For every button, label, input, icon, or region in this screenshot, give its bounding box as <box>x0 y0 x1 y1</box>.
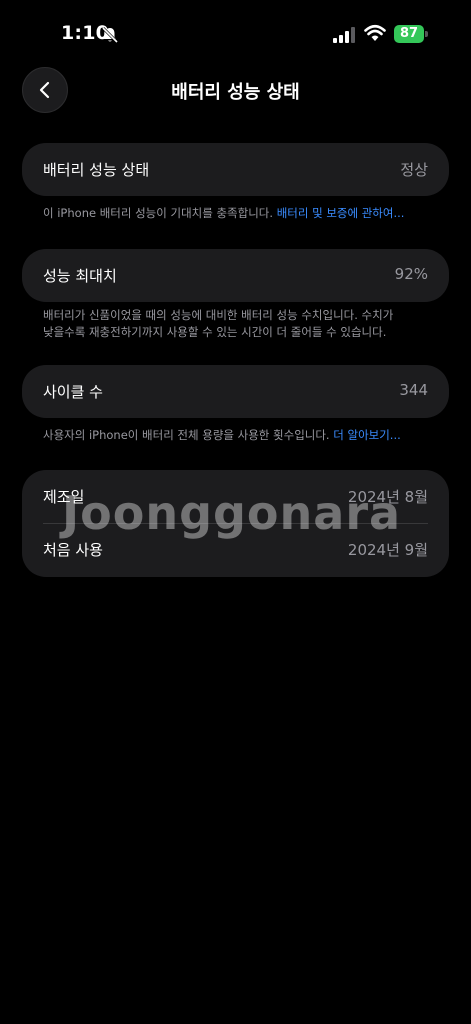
first-use-date-value: 2024년 9월 <box>347 541 428 559</box>
cycle-count-value: 344 <box>399 381 428 399</box>
first-use-date-row: 처음 사용 2024년 9월 <box>22 523 449 576</box>
max-capacity-row: 성능 최대치 92% <box>22 249 449 302</box>
manufacture-date-label: 제조일 <box>43 488 85 506</box>
learn-more-link[interactable]: 더 알아보기... <box>333 428 401 442</box>
battery-health-row: 배터리 성능 상태 정상 <box>22 143 449 196</box>
battery-dates-card: 제조일 2024년 8월 처음 사용 2024년 9월 <box>22 470 449 577</box>
battery-health-caption-text: 이 iPhone 배터리 성능이 기대치를 충족합니다. <box>43 206 274 220</box>
battery-health-caption: 이 iPhone 배터리 성능이 기대치를 충족합니다. 배터리 및 보증에 관… <box>43 205 443 222</box>
max-capacity-caption-line1: 배터리가 신품이었을 때의 성능에 대비한 배터리 성능 수치입니다. 수치가 <box>43 308 394 322</box>
manufacture-date-row: 제조일 2024년 8월 <box>22 470 449 523</box>
page-title: 배터리 성능 상태 <box>171 82 300 103</box>
manufacture-date-value: 2024년 8월 <box>347 488 428 506</box>
cycle-count-caption: 사용자의 iPhone이 배터리 전체 용량을 사용한 횟수입니다. 더 알아보… <box>43 427 443 444</box>
battery-health-label: 배터리 성능 상태 <box>43 161 150 179</box>
max-capacity-value: 92% <box>394 265 428 283</box>
battery-indicator: 87 <box>394 25 424 43</box>
cycle-count-card: 사이클 수 344 <box>22 365 449 418</box>
bell-slash-icon <box>101 26 119 44</box>
battery-warranty-link[interactable]: 배터리 및 보증에 관하여... <box>277 206 405 220</box>
cellular-signal-icon <box>333 27 355 43</box>
battery-health-value: 정상 <box>400 161 428 179</box>
cycle-count-row: 사이클 수 344 <box>22 365 449 418</box>
first-use-date-label: 처음 사용 <box>43 541 103 559</box>
cycle-count-label: 사이클 수 <box>43 383 103 401</box>
max-capacity-label: 성능 최대치 <box>43 267 117 285</box>
battery-cap <box>425 31 428 37</box>
cycle-count-caption-text: 사용자의 iPhone이 배터리 전체 용량을 사용한 횟수입니다. <box>43 428 330 442</box>
status-bar: 1:10 87 <box>0 0 471 70</box>
wifi-icon <box>364 24 386 41</box>
max-capacity-caption: 배터리가 신품이었을 때의 성능에 대비한 배터리 성능 수치입니다. 수치가 … <box>43 307 443 341</box>
max-capacity-caption-line2: 낮을수록 재충전하기까지 사용할 수 있는 시간이 더 줄어들 수 있습니다. <box>43 325 387 339</box>
max-capacity-card: 성능 최대치 92% <box>22 249 449 302</box>
battery-health-card: 배터리 성능 상태 정상 <box>22 143 449 196</box>
